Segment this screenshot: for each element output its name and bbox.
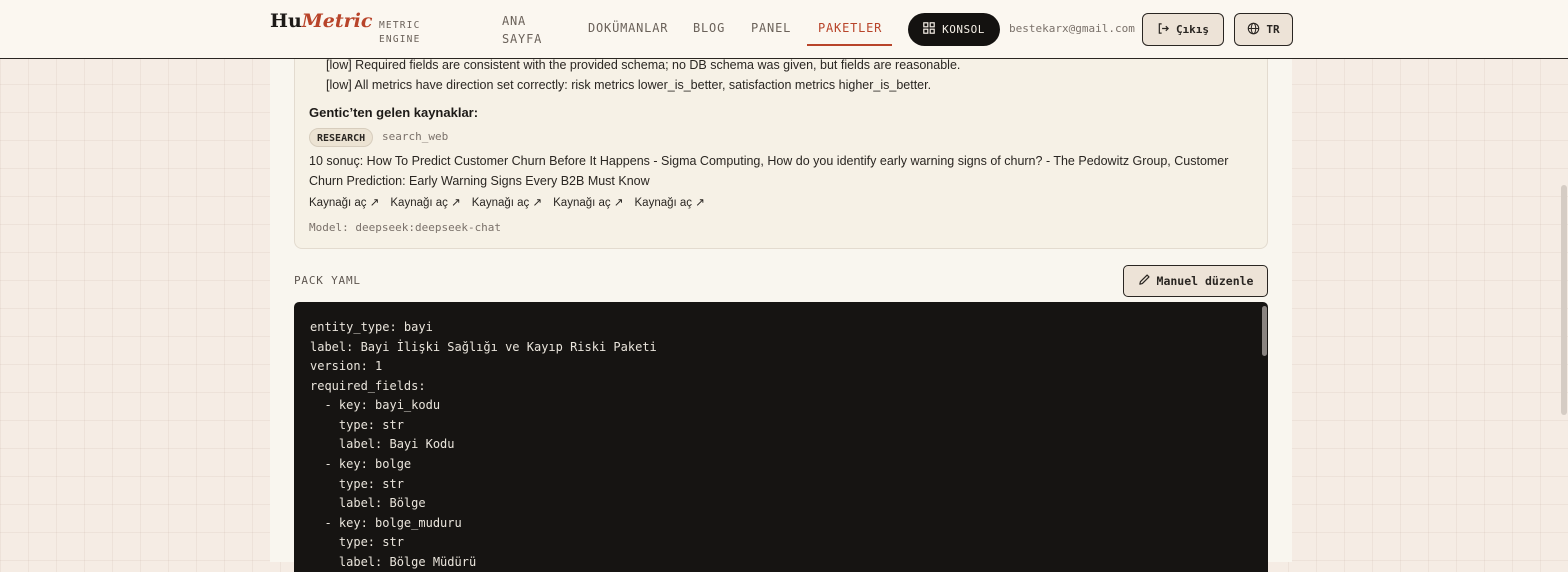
code-line: entity_type: bayi xyxy=(310,320,433,334)
logo-subtitle: METRIC ENGINE xyxy=(379,19,421,47)
manual-edit-label: Manuel düzenle xyxy=(1156,274,1254,288)
source-link[interactable]: Kaynağı aç ↗ xyxy=(309,195,379,209)
code-line: label: Bölge xyxy=(310,496,426,510)
nav-home-line2: SAYFA xyxy=(502,32,543,46)
code-line: required_fields: xyxy=(310,379,426,393)
source-links: Kaynağı aç ↗ Kaynağı aç ↗ Kaynağı aç ↗ K… xyxy=(309,195,705,209)
tool-name: search_web xyxy=(382,130,449,143)
nav-panel[interactable]: PANEL xyxy=(751,21,791,35)
logout-icon xyxy=(1157,22,1170,38)
sources-title: Gentic’ten gelen kaynaklar: xyxy=(309,105,479,120)
source-link[interactable]: Kaynağı aç ↗ xyxy=(472,195,542,209)
active-tab-underline xyxy=(807,44,892,46)
source-link[interactable]: Kaynağı aç ↗ xyxy=(635,195,705,209)
source-link[interactable]: Kaynağı aç ↗ xyxy=(553,195,623,209)
code-line: type: str xyxy=(310,535,404,549)
manual-edit-button[interactable]: Manuel düzenle xyxy=(1123,265,1268,297)
pack-yaml-label: PACK YAML xyxy=(294,274,361,287)
nav-docs[interactable]: DOKÜMANLAR xyxy=(588,21,668,35)
logo-main: Hu xyxy=(270,10,302,32)
source-link[interactable]: Kaynağı aç ↗ xyxy=(390,195,460,209)
code-line: label: Bayi İlişki Sağlığı ve Kayıp Risk… xyxy=(310,340,657,354)
search-results-text: 10 sonuç: How To Predict Customer Churn … xyxy=(309,154,1229,188)
logo-sub-line1: METRIC xyxy=(379,20,421,31)
language-button[interactable]: TR xyxy=(1234,13,1293,46)
code-line: label: Bayi Kodu xyxy=(310,437,455,451)
code-line: - key: bayi_kodu xyxy=(310,398,441,412)
top-navbar: HuMetric METRIC ENGINE ANA SAYFA DOKÜMAN… xyxy=(0,0,1568,59)
nav-packages[interactable]: PAKETLER xyxy=(818,21,882,35)
user-email: bestekarx@gmail.com xyxy=(1009,22,1135,35)
logout-label: Çıkış xyxy=(1175,23,1210,36)
code-line: - key: bolge_muduru xyxy=(310,516,462,530)
console-label: KONSOL xyxy=(942,23,985,36)
research-tag: RESEARCH xyxy=(309,128,374,147)
finding-item: [low] All metrics have direction set cor… xyxy=(326,78,932,92)
code-line: label: Bölge Müdürü xyxy=(310,555,477,569)
code-line: type: str xyxy=(310,418,404,432)
code-line: version: 1 xyxy=(310,359,383,373)
globe-icon xyxy=(1247,22,1260,38)
grid-icon xyxy=(923,22,935,37)
model-label: Model: deepseek:deepseek-chat xyxy=(309,221,502,234)
finding-item: [low] Required fields are consistent wit… xyxy=(326,58,961,72)
language-label: TR xyxy=(1266,23,1280,36)
code-line: type: str xyxy=(310,477,404,491)
logo-accent: Metric xyxy=(301,10,373,32)
logo[interactable]: HuMetric xyxy=(270,10,372,32)
pencil-icon xyxy=(1138,273,1151,289)
nav-home-line1: ANA xyxy=(502,14,527,28)
page-scrollbar-thumb[interactable] xyxy=(1561,185,1567,415)
nav-home[interactable]: ANA SAYFA xyxy=(502,12,542,48)
nav-blog[interactable]: BLOG xyxy=(693,21,725,35)
logout-button[interactable]: Çıkış xyxy=(1142,13,1224,46)
console-button[interactable]: KONSOL xyxy=(908,13,1000,46)
code-scrollbar[interactable] xyxy=(1262,306,1267,356)
logo-sub-line2: ENGINE xyxy=(379,34,421,45)
code-line: - key: bolge xyxy=(310,457,412,471)
